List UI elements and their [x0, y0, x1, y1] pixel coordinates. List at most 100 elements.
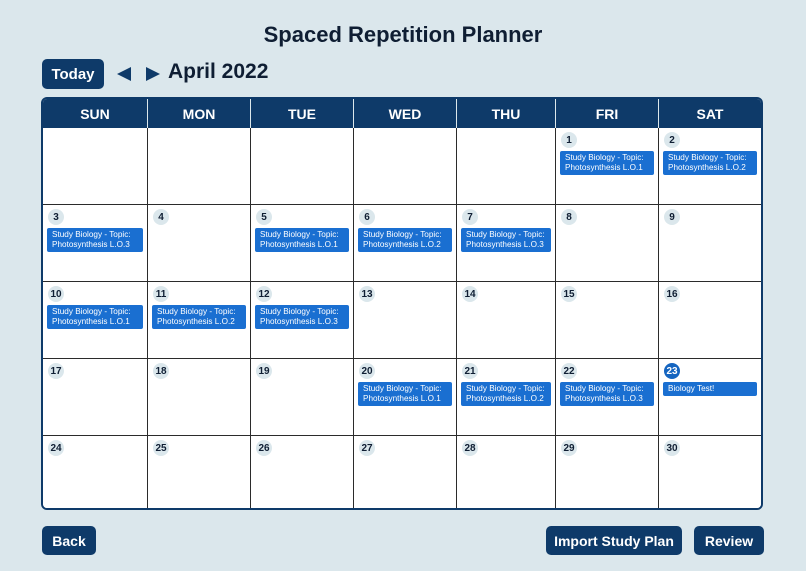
weekday-header-wed: WED — [354, 99, 457, 128]
day-cell-empty[interactable] — [43, 128, 148, 205]
weekday-header-sun: SUN — [43, 99, 148, 128]
day-cell-1[interactable]: 1 Study Biology - Topic: Photosynthesis L… — [556, 128, 659, 205]
prev-month-button[interactable] — [114, 64, 134, 84]
day-cell-23[interactable]: 23 Biology Test! — [659, 359, 761, 436]
day-cell-19[interactable]: 19 — [251, 359, 354, 436]
day-cell-8[interactable]: 8 — [556, 205, 659, 282]
day-cell-empty[interactable] — [148, 128, 251, 205]
weekday-header-sat: SAT — [696, 105, 724, 122]
weekday-header: SUN MON TUE WED THU FRI SAT — [43, 99, 761, 128]
import-study-plan-button[interactable]: Import Study Plan — [546, 526, 682, 555]
day-number: 6 — [359, 209, 375, 225]
day-number: 5 — [256, 209, 272, 225]
calendar-event[interactable]: Study Biology - Topic: Photosynthesis L.… — [461, 382, 551, 406]
day-number: 4 — [153, 209, 169, 225]
calendar-event[interactable]: Study Biology - Topic: Photosynthesis L.… — [560, 382, 654, 406]
calendar-event[interactable]: Study Biology - Topic: Photosynthesis L.… — [560, 151, 654, 175]
day-number: 1 — [561, 132, 577, 148]
day-number: 24 — [48, 440, 64, 456]
day-cell-17[interactable]: 17 — [43, 359, 148, 436]
today-button[interactable]: Today — [42, 59, 104, 89]
day-cell-21[interactable]: 21 Study Biology - Topic: Photosynthesis … — [457, 359, 556, 436]
day-cell-3[interactable]: 3 Study Biology - Topic: Photosynthesis L… — [43, 205, 148, 282]
day-number: 2 — [664, 132, 680, 148]
day-number: 18 — [153, 363, 169, 379]
day-number: 25 — [153, 440, 169, 456]
calendar-event[interactable]: Study Biology - Topic: Photosynthesis L.… — [358, 382, 452, 406]
month-label: April 2022 — [168, 60, 269, 83]
day-cell-30[interactable]: 30 — [659, 436, 761, 508]
calendar-event[interactable]: Study Biology - Topic: Photosynthesis L.… — [358, 228, 452, 252]
day-cell-9[interactable]: 9 — [659, 205, 761, 282]
day-number: 29 — [561, 440, 577, 456]
day-cell-29[interactable]: 29 — [556, 436, 659, 508]
week-row: 1 Study Biology - Topic: Photosynthesis L… — [43, 128, 761, 205]
day-cell-28[interactable]: 28 — [457, 436, 556, 508]
day-number: 28 — [462, 440, 478, 456]
day-cell-11[interactable]: 11 Study Biology - Topic: Photosynthesis … — [148, 282, 251, 359]
day-number: 20 — [359, 363, 375, 379]
calendar-event[interactable]: Study Biology - Topic: Photosynthesis L.… — [255, 228, 349, 252]
day-cell-18[interactable]: 18 — [148, 359, 251, 436]
week-row: 10 Study Biology - Topic: Photosynthesis … — [43, 282, 761, 359]
day-number: 3 — [48, 209, 64, 225]
day-cell-25[interactable]: 25 — [148, 436, 251, 508]
week-row: 3 Study Biology - Topic: Photosynthesis L… — [43, 205, 761, 282]
day-cell-13[interactable]: 13 — [354, 282, 457, 359]
day-cell-5[interactable]: 5 Study Biology - Topic: Photosynthesis L… — [251, 205, 354, 282]
day-cell-empty[interactable] — [251, 128, 354, 205]
weekday-header-fri: FRI — [556, 99, 659, 128]
day-number: 12 — [256, 286, 272, 302]
day-cell-26[interactable]: 26 — [251, 436, 354, 508]
day-cell-12[interactable]: 12 Study Biology - Topic: Photosynthesis … — [251, 282, 354, 359]
calendar-event[interactable]: Study Biology - Topic: Photosynthesis L.… — [255, 305, 349, 329]
day-number: 26 — [256, 440, 272, 456]
day-cell-27[interactable]: 27 — [354, 436, 457, 508]
day-cell-20[interactable]: 20 Study Biology - Topic: Photosynthesis … — [354, 359, 457, 436]
week-row: 24 25 26 27 28 29 30 — [43, 436, 761, 508]
day-number: 7 — [462, 209, 478, 225]
next-month-button[interactable] — [143, 64, 163, 84]
day-cell-14[interactable]: 14 — [457, 282, 556, 359]
day-number: 17 — [48, 363, 64, 379]
day-cell-15[interactable]: 15 — [556, 282, 659, 359]
day-number: 10 — [48, 286, 64, 302]
calendar-grid: SUN MON TUE WED THU FRI SAT 1 Study Biology - T… — [41, 97, 763, 510]
day-number: 27 — [359, 440, 375, 456]
day-number: 30 — [664, 440, 680, 456]
day-cell-4[interactable]: 4 — [148, 205, 251, 282]
weekday-header-thu: THU — [457, 99, 556, 128]
day-number: 19 — [256, 363, 272, 379]
weekday-header-mon: MON — [148, 99, 251, 128]
calendar-event[interactable]: Study Biology - Topic: Photosynthesis L.… — [461, 228, 551, 252]
day-number: 15 — [561, 286, 577, 302]
day-number: 11 — [153, 286, 169, 302]
calendar-event[interactable]: Study Biology - Topic: Photosynthesis L.… — [47, 228, 143, 252]
day-number: 9 — [664, 209, 680, 225]
day-number: 8 — [561, 209, 577, 225]
calendar-event[interactable]: Study Biology - Topic: Photosynthesis L.… — [152, 305, 246, 329]
day-cell-22[interactable]: 22 Study Biology - Topic: Photosynthesis … — [556, 359, 659, 436]
day-number: 16 — [664, 286, 680, 302]
day-number: 21 — [462, 363, 478, 379]
day-cell-10[interactable]: 10 Study Biology - Topic: Photosynthesis … — [43, 282, 148, 359]
triangle-right-icon — [146, 67, 160, 81]
calendar-event[interactable]: Study Biology - Topic: Photosynthesis L.… — [663, 151, 757, 175]
triangle-left-icon — [117, 67, 131, 81]
day-cell-empty[interactable] — [354, 128, 457, 205]
review-button[interactable]: Review — [694, 526, 764, 555]
day-number: 13 — [359, 286, 375, 302]
day-cell-6[interactable]: 6 Study Biology - Topic: Photosynthesis L… — [354, 205, 457, 282]
day-cell-16[interactable]: 16 — [659, 282, 761, 359]
day-number: 22 — [561, 363, 577, 379]
day-cell-24[interactable]: 24 — [43, 436, 148, 508]
back-button[interactable]: Back — [42, 526, 96, 555]
weekday-header-tue: TUE — [251, 99, 354, 128]
day-number: 14 — [462, 286, 478, 302]
day-cell-empty[interactable] — [457, 128, 556, 205]
day-cell-7[interactable]: 7 Study Biology - Topic: Photosynthesis L… — [457, 205, 556, 282]
week-row: 17 18 19 20 Study Biology - Topic: Photosynt… — [43, 359, 761, 436]
day-cell-2[interactable]: 2 Study Biology - Topic: Photosynthesis L… — [659, 128, 761, 205]
calendar-event[interactable]: Biology Test! — [663, 382, 757, 396]
calendar-event[interactable]: Study Biology - Topic: Photosynthesis L.… — [47, 305, 143, 329]
